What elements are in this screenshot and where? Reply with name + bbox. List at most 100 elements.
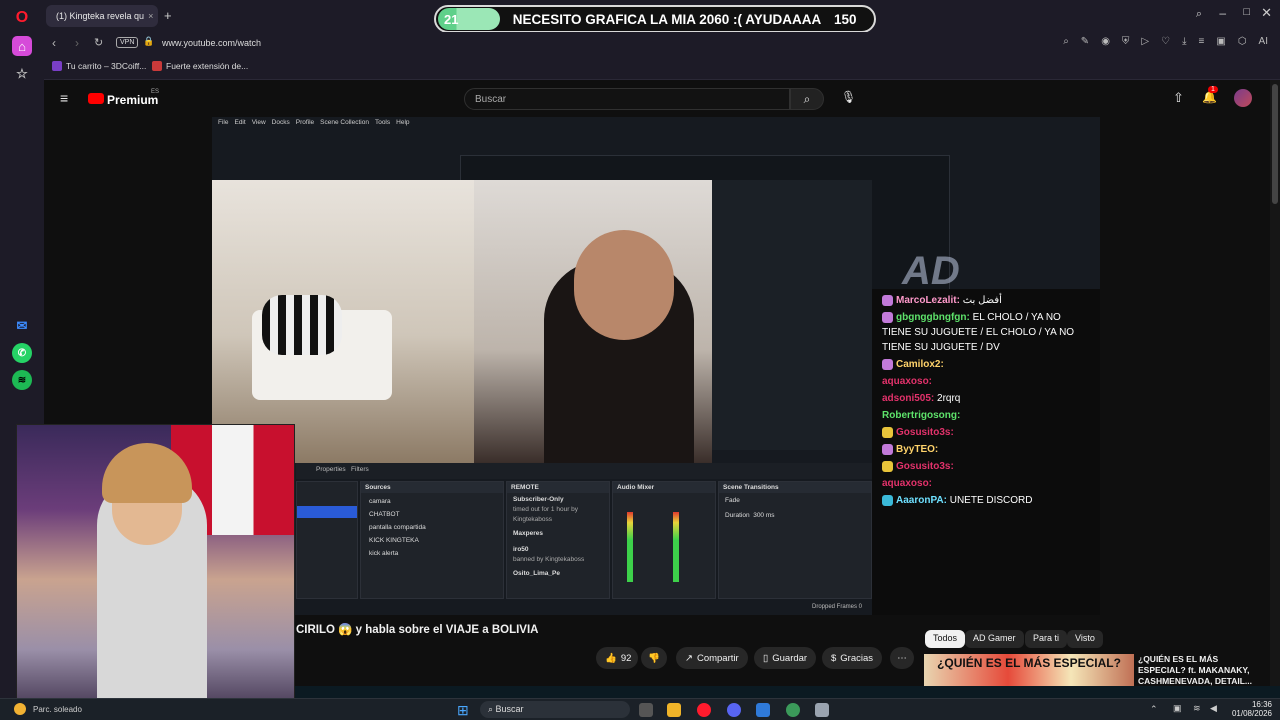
scrollbar-thumb[interactable] [1272, 84, 1278, 204]
extension-icon[interactable]: ⬡ [1238, 36, 1247, 47]
file-explorer-icon[interactable] [667, 703, 681, 717]
microphone-icon[interactable]: 🎙 [841, 90, 856, 104]
remote-item: iro50 [513, 546, 529, 553]
wallet-icon[interactable]: ▣ [1216, 36, 1225, 47]
opera-taskbar-icon[interactable] [697, 703, 711, 717]
volume-icon[interactable]: ◀ [1210, 703, 1217, 714]
forward-icon[interactable]: › [75, 36, 79, 50]
chat-message: adsoni505: 2rqrq [882, 391, 1090, 406]
source-item[interactable]: CHATBOT [369, 508, 495, 521]
source-item[interactable]: KICK KINGTEKA [369, 534, 495, 547]
minimize-icon[interactable]: – [1219, 6, 1226, 20]
camera-icon[interactable]: ◉ [1101, 36, 1110, 47]
save-label: Guardar [772, 652, 808, 664]
home-icon[interactable]: ⌂ [12, 36, 32, 56]
remote-item: Subscriber-Only [513, 496, 564, 503]
youtube-premium-label[interactable]: Premium [107, 93, 158, 107]
tray-app-icon[interactable]: ▣ [1173, 703, 1182, 714]
obs-menu-item: Help [396, 119, 410, 126]
page-scrollbar[interactable] [1270, 80, 1280, 686]
weather-text[interactable]: Parc. soleado [33, 705, 82, 714]
thumbnail-text: ¿QUIÉN ES EL MÁS ESPECIAL? [937, 656, 1121, 670]
tab-youtube[interactable]: (1) Kingteka revela qu × [46, 5, 158, 27]
url-field[interactable]: www.youtube.com/watch [162, 38, 261, 48]
spotify-icon[interactable]: ≋ [12, 370, 32, 390]
taskbar-search[interactable]: ⌕ Buscar [480, 701, 630, 718]
source-item[interactable]: pantalla compartida [369, 521, 495, 534]
download-icon[interactable]: ⤓ [1182, 36, 1186, 47]
windows-start-icon[interactable]: ⊞ [457, 702, 469, 719]
obs-menu-item: Scene Collection [320, 119, 369, 126]
chip-for-you[interactable]: Para ti [1025, 630, 1068, 648]
close-tab-icon[interactable]: × [148, 11, 153, 21]
search-icon[interactable]: ⌕ [790, 88, 824, 110]
duration-value[interactable]: 300 ms [753, 512, 774, 519]
zoom-icon[interactable]: ⌕ [1063, 36, 1069, 47]
chip-all[interactable]: Todos [925, 630, 966, 648]
back-icon[interactable]: ‹ [52, 36, 56, 50]
thanks-button[interactable]: $ Gracias [822, 647, 883, 669]
bookmark-label: Tu carrito – 3DCoiff... [66, 61, 147, 71]
star-icon[interactable]: ☆ [12, 64, 32, 84]
vpn-badge[interactable]: VPN [116, 37, 139, 48]
chip-ad-gamer[interactable]: AD Gamer [965, 630, 1024, 648]
obs-scenes-panel [296, 481, 358, 599]
transition-select[interactable]: Fade [719, 493, 871, 508]
chat-username: Camilox2: [896, 359, 944, 370]
new-tab-icon[interactable]: + [164, 8, 172, 23]
clock[interactable]: 16:36 01/08/2026 [1226, 700, 1272, 718]
bookmark-item[interactable]: Tu carrito – 3DCoiff... [52, 61, 146, 71]
obs-tab[interactable]: Properties [316, 466, 346, 473]
source-item[interactable]: camara [369, 495, 495, 508]
tray-chevron-icon[interactable]: ⌃ [1150, 704, 1158, 715]
selected-scene[interactable] [297, 506, 357, 518]
discord-icon[interactable] [727, 703, 741, 717]
bookmark-item[interactable]: Fuerte extensión de... [152, 61, 248, 71]
chat-badge-icon [882, 460, 893, 472]
vscode-icon[interactable] [756, 703, 770, 717]
search-tabs-icon[interactable]: ⌕ [1196, 8, 1202, 21]
youtube-logo-icon[interactable] [88, 93, 104, 104]
recommended-thumbnail[interactable]: ¿QUIÉN ES EL MÁS ESPECIAL? [924, 654, 1134, 686]
video-player[interactable]: File Edit View Docks Profile Scene Colle… [212, 117, 1100, 615]
search-input[interactable]: Buscar [464, 88, 790, 110]
menu-icon[interactable]: ≡ [1199, 36, 1205, 47]
obs-menu-item: Edit [234, 119, 246, 126]
ad-watermark-logo: AD [902, 249, 960, 293]
whatsapp-icon[interactable]: ✆ [12, 343, 32, 363]
more-actions-button[interactable]: ⋯ [890, 647, 914, 669]
share-button[interactable]: ↗ Compartir [676, 647, 748, 669]
ai-button[interactable]: AI [1259, 36, 1268, 47]
play-icon[interactable]: ▷ [1141, 36, 1149, 47]
dislike-button[interactable]: 👎 [641, 647, 667, 669]
settings-icon[interactable] [815, 703, 829, 717]
wifi-icon[interactable]: ≋ [1193, 703, 1201, 714]
chat-username: Robertrigosong: [882, 410, 961, 421]
banner-counter-right: 150 [834, 11, 857, 27]
reload-icon[interactable]: ↻ [94, 36, 103, 49]
save-button[interactable]: ▯ Guardar [754, 647, 817, 669]
avatar[interactable] [1234, 89, 1252, 107]
chip-watched[interactable]: Visto [1067, 630, 1103, 648]
obs-menu-item: Docks [271, 119, 290, 126]
weather-icon[interactable] [14, 703, 26, 715]
audio-meter [673, 512, 679, 582]
app-icon[interactable] [786, 703, 800, 717]
heart-icon[interactable]: ♡ [1161, 36, 1170, 47]
upload-icon[interactable]: ⇧ [1173, 90, 1184, 106]
obs-tab[interactable]: Filters [351, 466, 369, 473]
task-view-icon[interactable] [639, 703, 653, 717]
hamburger-menu-icon[interactable]: ≡ [60, 90, 68, 106]
edit-icon[interactable]: ✎ [1081, 36, 1089, 47]
messenger-icon[interactable]: ✉ [12, 316, 32, 336]
remote-item: Maxperes [513, 530, 543, 537]
close-window-icon[interactable]: ✕ [1261, 5, 1272, 21]
chat-username: Gosusito3s: [896, 461, 954, 472]
like-button[interactable]: 👍 92 [596, 647, 638, 669]
maximize-icon[interactable]: □ [1243, 6, 1250, 18]
chat-message: aquaxoso: [882, 374, 1090, 389]
shield-icon[interactable]: ⛨ [1122, 36, 1130, 47]
source-item[interactable]: kick alerta [369, 547, 495, 560]
opera-logo-icon[interactable]: O [12, 8, 32, 28]
recommended-title[interactable]: ¿QUIÉN ES EL MÁS ESPECIAL? ft. MAKANAKY,… [1138, 654, 1268, 687]
